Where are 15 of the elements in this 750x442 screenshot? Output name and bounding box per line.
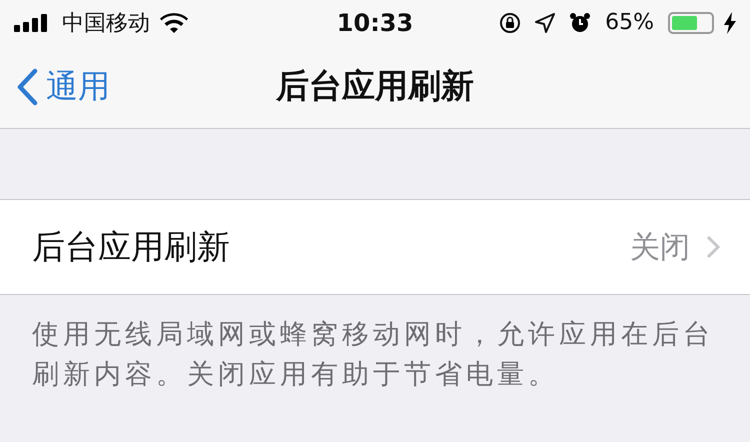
battery-icon [668,12,714,34]
rotation-lock-icon [499,12,522,34]
footer-note: 使用无线局域网或蜂窝移动网时，允许应用在后台刷新内容。关闭应用有助于节省电量。 [32,318,715,392]
location-arrow-icon [535,12,556,32]
clock-time: 10:33 [336,8,414,36]
alarm-clock-icon [569,12,592,34]
setting-label: 后台应用刷新 [32,226,231,268]
back-button[interactable]: 通用 [16,64,110,108]
page-title: 后台应用刷新 [276,65,474,107]
battery-percent: 65% [605,10,654,35]
carrier-name: 中国移动 [62,10,150,38]
chevron-icon [706,235,720,259]
setting-value: 关闭 [630,228,690,266]
wifi-icon [160,12,188,32]
back-chevron-icon [16,68,38,106]
